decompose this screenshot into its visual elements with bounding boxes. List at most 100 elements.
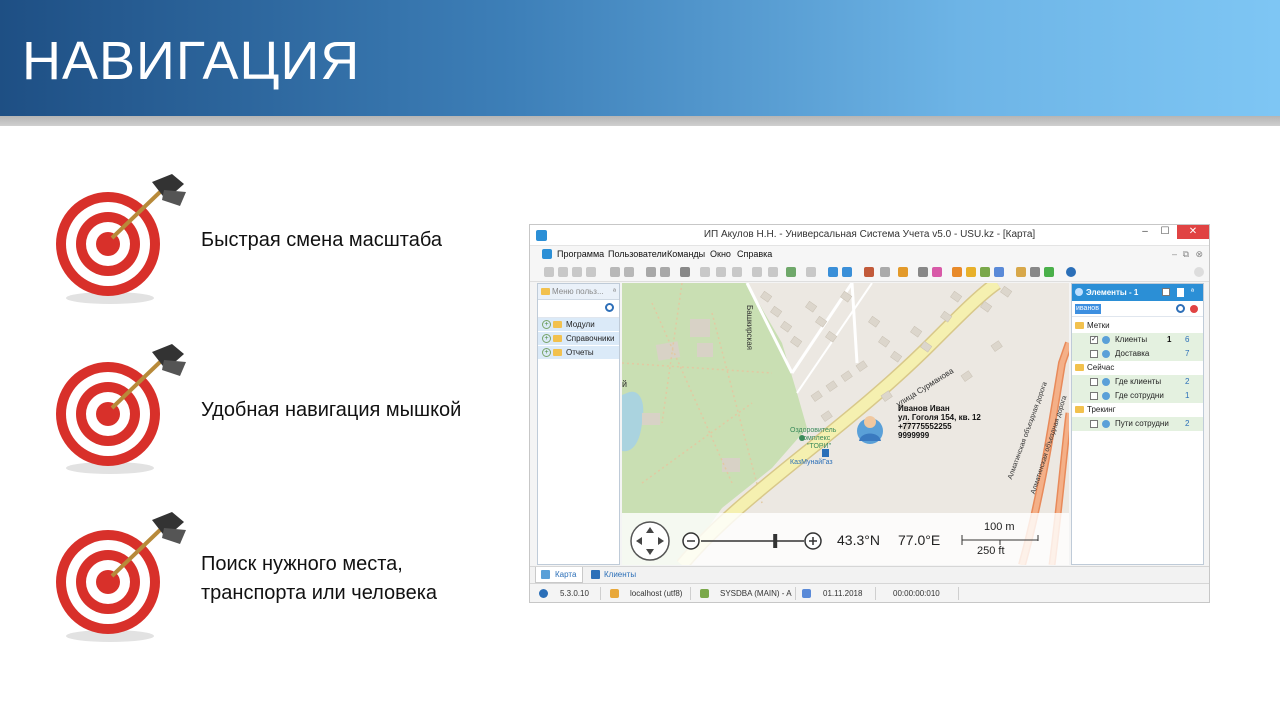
map-view[interactable]: Башкирская улица Сурманова Алматинская о… [622,283,1069,565]
tools-icon[interactable] [994,267,1004,277]
folder-icon [541,288,550,295]
tree-item[interactable]: Где сотрудни 1 [1072,389,1203,403]
group-icon[interactable] [700,267,710,277]
collapse-icon[interactable] [732,267,742,277]
clear-search-icon[interactable] [1190,305,1198,313]
toolbar-close-icon[interactable] [1194,267,1204,277]
tree-item-label: Где сотрудни [1115,391,1164,400]
globe-icon [1102,336,1110,344]
tree-group[interactable]: Трекинг [1072,403,1203,417]
expand-icon[interactable] [716,267,726,277]
minimize-button[interactable]: – [1135,225,1155,239]
expand-icon[interactable]: + [542,334,551,343]
tree-item-label: Пути сотрудни [1115,419,1169,428]
checkbox[interactable] [1090,378,1098,386]
pan-control[interactable] [631,522,669,560]
maximize-button[interactable]: ☐ [1155,225,1175,239]
info-icon [539,589,548,598]
clock-icon[interactable] [880,267,890,277]
rss-icon[interactable] [952,267,962,277]
document-icon[interactable] [806,267,816,277]
tree-group[interactable]: Метки [1072,319,1203,333]
contacts-icon[interactable] [966,267,976,277]
delete-icon[interactable] [586,267,596,277]
mdi-restore-icon[interactable]: ⧉ [1183,249,1189,260]
poi-label: Оздоровитель [790,427,837,434]
menu-commands[interactable]: Команды [667,249,705,259]
mdi-minimize-icon[interactable]: – [1172,249,1177,259]
close-button[interactable]: ✕ [1177,225,1209,239]
palette-icon[interactable] [932,267,942,277]
pin-icon[interactable]: ª [1191,287,1194,296]
menu-program[interactable]: Программа [557,249,604,259]
expand-icon[interactable]: + [542,320,551,329]
search-icon[interactable] [1176,304,1185,313]
sidebar-item-reports[interactable]: + Отчеты [538,346,619,360]
divider [795,587,796,600]
search-icon[interactable] [605,303,614,312]
bullet-3: Поиск нужного места, транспорта или чело… [52,508,532,648]
flag-icon[interactable] [680,267,690,277]
right-panel-search[interactable]: иванов [1072,301,1203,317]
play-icon[interactable] [1044,267,1054,277]
window-close-icon[interactable] [842,267,852,277]
checkbox-checked[interactable]: ✓ [1090,336,1098,344]
title-bar[interactable]: ИП Акулов Н.Н. - Универсальная Система У… [530,225,1209,246]
tree-item[interactable]: ✓ Клиенты 1 6 [1072,333,1203,347]
zoom-out-button[interactable] [683,533,699,549]
table-icon[interactable] [1016,267,1026,277]
door-icon[interactable] [864,267,874,277]
mdi-close-icon[interactable]: ⊗ [1195,249,1203,260]
expand-icon[interactable]: + [542,348,551,357]
scale-meters: 100 m [984,521,1015,533]
checkbox[interactable] [1090,350,1098,358]
settings-icon[interactable] [918,267,928,277]
bullet-text: Поиск нужного места, транспорта или чело… [201,553,438,604]
tree-item[interactable]: Пути сотрудни 2 [1072,417,1203,431]
filter-icon[interactable] [646,267,656,277]
search-icon[interactable] [624,267,634,277]
info-icon[interactable] [1066,267,1076,277]
left-panel-search[interactable] [538,300,619,318]
checkbox[interactable] [1090,420,1098,428]
zoom-in-button[interactable] [805,533,821,549]
export-icon[interactable] [768,267,778,277]
tree-group-label: Сейчас [1087,363,1115,372]
checkbox[interactable] [1090,392,1098,400]
timer-text: 00:00:00:010 [893,589,940,598]
dartboard-icon [56,512,186,642]
copy-icon[interactable] [558,267,568,277]
filter-clear-icon[interactable] [660,267,670,277]
tree-item[interactable]: Где клиенты 2 [1072,375,1203,389]
menu-help[interactable]: Справка [737,249,772,259]
tree-group[interactable]: Сейчас [1072,361,1203,375]
bullet-text: Быстрая смена масштаба [201,229,442,251]
menu-window[interactable]: Окно [710,249,731,259]
menu-users[interactable]: Пользователи [608,249,667,259]
tab-map[interactable]: Карта [535,567,583,583]
map-pin-icon[interactable] [898,267,908,277]
window-new-icon[interactable] [828,267,838,277]
report-icon[interactable] [786,267,796,277]
document-icon[interactable] [1177,288,1184,297]
tree-group-label: Трекинг [1087,405,1116,414]
sidebar-item-directories[interactable]: + Справочники [538,332,619,346]
folder-icon [1075,322,1084,329]
refresh-icon[interactable] [610,267,620,277]
users-icon[interactable] [980,267,990,277]
search-input[interactable]: иванов [1075,304,1101,314]
edit-icon[interactable] [572,267,582,277]
globe-icon [1102,350,1110,358]
sidebar-item-modules[interactable]: + Модули [538,318,619,332]
zoom-slider[interactable] [701,533,804,549]
tab-clients[interactable]: Клиенты [586,567,642,583]
select-all-checkbox[interactable] [1162,288,1170,296]
left-panel-title: Меню польз... [552,287,604,296]
print-icon[interactable] [1030,267,1040,277]
person-info[interactable]: Иванов Иван ул. Гоголя 154, кв. 12 +7777… [898,404,981,440]
import-icon[interactable] [752,267,762,277]
tree-item[interactable]: Доставка 7 [1072,347,1203,361]
new-icon[interactable] [544,267,554,277]
folder-icon [1075,406,1084,413]
pin-icon[interactable]: ª [613,287,616,296]
